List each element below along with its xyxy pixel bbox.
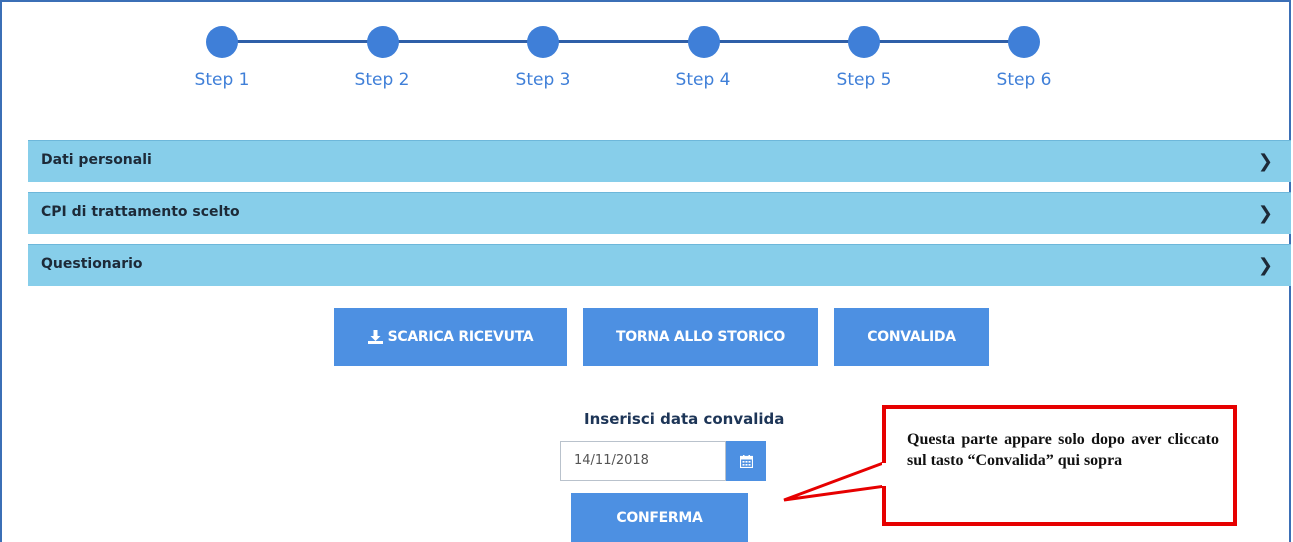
calendar-icon [739, 454, 753, 468]
step-4-dot[interactable] [688, 26, 720, 58]
step-3-dot[interactable] [527, 26, 559, 58]
step-3-label: Step 3 [515, 70, 571, 90]
stepper: Step 1 Step 2 Step 3 Step 4 Step 5 Step … [0, 0, 1293, 120]
accordion-label: CPI di trattamento scelto [41, 204, 240, 220]
step-4-label: Step 4 [675, 70, 731, 90]
stepper-line [222, 40, 1022, 43]
validation-date-input[interactable]: 14/11/2018 [560, 441, 726, 481]
download-receipt-button[interactable]: SCARICA RICEVUTA [334, 308, 567, 366]
back-to-history-button[interactable]: TORNA ALLO STORICO [583, 308, 818, 366]
confirm-button[interactable]: CONFERMA [571, 493, 748, 542]
step-1-label: Step 1 [194, 70, 250, 90]
step-6-dot[interactable] [1008, 26, 1040, 58]
step-6-label: Step 6 [996, 70, 1052, 90]
download-receipt-label: SCARICA RICEVUTA [387, 329, 534, 345]
accordion-label: Questionario [41, 256, 143, 272]
callout-seam [882, 463, 886, 486]
download-icon [367, 330, 383, 344]
chevron-right-icon: ❯ [1257, 151, 1273, 172]
step-1-dot[interactable] [206, 26, 238, 58]
accordion-questionario[interactable]: Questionario ❯ [28, 244, 1291, 286]
callout-pointer [783, 459, 888, 502]
step-5-label: Step 5 [836, 70, 892, 90]
chevron-right-icon: ❯ [1257, 255, 1273, 276]
step-5-dot[interactable] [848, 26, 880, 58]
accordion-label: Dati personali [41, 152, 152, 168]
calendar-button[interactable] [726, 441, 766, 481]
accordion-cpi-trattamento[interactable]: CPI di trattamento scelto ❯ [28, 192, 1291, 234]
step-2-label: Step 2 [354, 70, 410, 90]
validation-date-title: Inserisci data convalida [584, 410, 785, 428]
validate-button[interactable]: CONVALIDA [834, 308, 989, 366]
chevron-right-icon: ❯ [1257, 203, 1273, 224]
annotation-callout: Questa parte appare solo dopo aver clicc… [882, 405, 1237, 526]
accordion-dati-personali[interactable]: Dati personali ❯ [28, 140, 1291, 182]
step-2-dot[interactable] [367, 26, 399, 58]
